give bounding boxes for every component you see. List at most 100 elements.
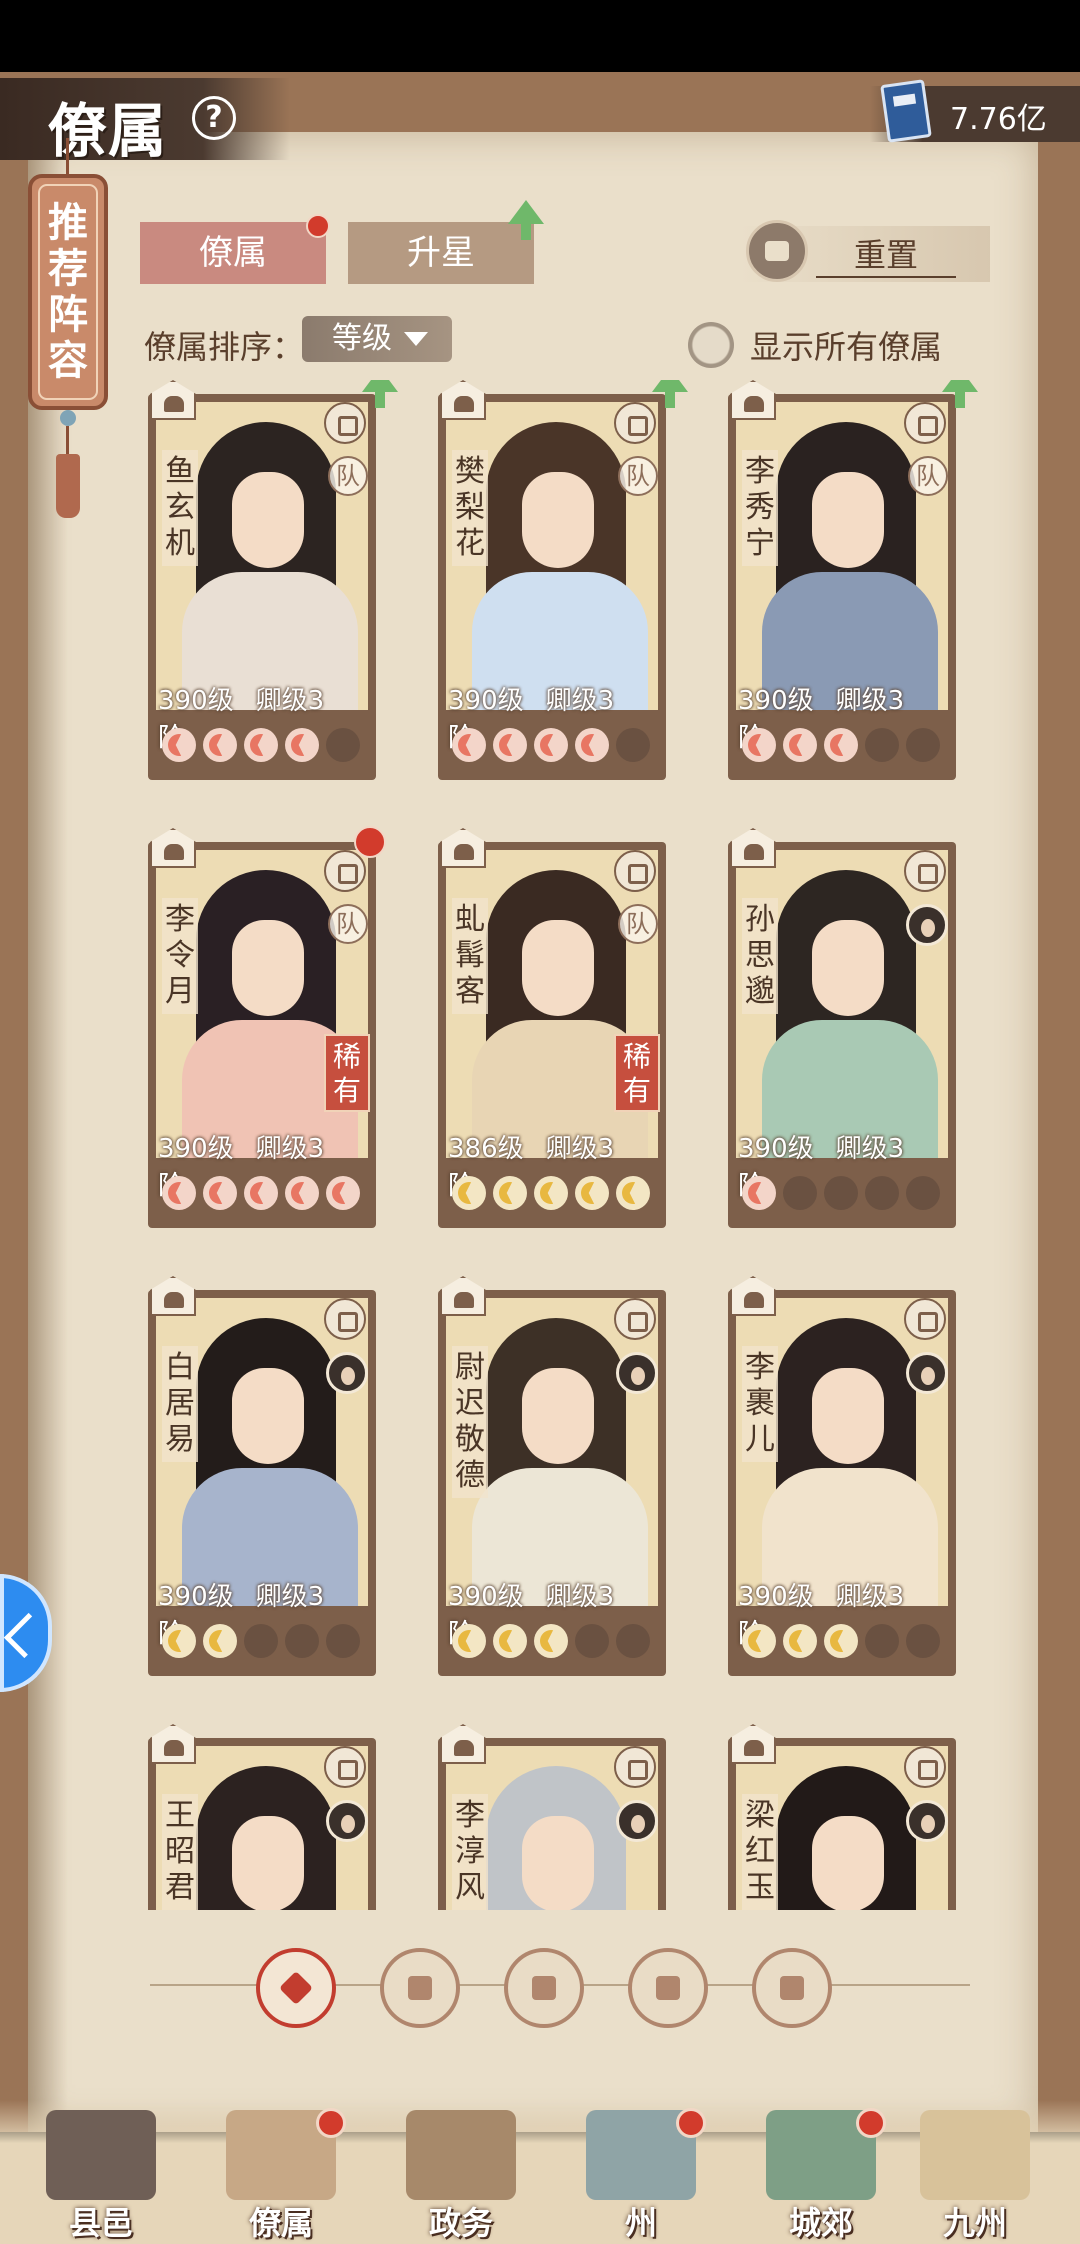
reset-icon[interactable] (746, 220, 808, 282)
moon-star-empty-icon (865, 1624, 899, 1658)
name-char: 樊 (455, 454, 485, 489)
question-icon[interactable]: ? (192, 96, 236, 140)
name-char: 鱼 (165, 454, 195, 489)
class-icon (150, 1276, 196, 1316)
role-icon (904, 1298, 946, 1340)
nav-item-4[interactable]: 城郊 (746, 2104, 896, 2244)
rare-badge: 稀有 (324, 1034, 370, 1112)
class-icon (440, 1724, 486, 1764)
portrait-face (232, 1368, 304, 1464)
nav-item-5[interactable]: 九州 (900, 2104, 1050, 2244)
partner-avatar (906, 904, 948, 946)
nav-item-0[interactable]: 县邑 (26, 2104, 176, 2244)
retainer-name: 李秀宁 (742, 450, 778, 566)
moon-star-empty-icon (616, 728, 650, 762)
nav-label: 州 (624, 2204, 657, 2242)
name-char: 德 (455, 1458, 485, 1493)
name-char: 宁 (745, 526, 775, 561)
beast-filter-icon[interactable] (752, 1948, 832, 2028)
portrait-face (812, 472, 884, 568)
name-char: 李 (745, 454, 775, 489)
moon-star-empty-icon (285, 1624, 319, 1658)
retainer-name: 白居易 (162, 1346, 198, 1462)
retainer-card[interactable]: 樊梨花 队390级卿级3阶 (438, 380, 688, 780)
nav-item-2[interactable]: 政务 (386, 2104, 536, 2244)
tab-retainers[interactable]: 僚属 (140, 222, 326, 284)
team-icon: 队 (328, 456, 368, 496)
sort-label: 僚属排序： (144, 328, 305, 366)
team-icon: 队 (908, 456, 948, 496)
team-icon: 队 (618, 456, 658, 496)
recommend-lineup-button[interactable]: 推荐阵容 (28, 174, 108, 410)
recommend-char: 阵 (48, 291, 88, 338)
moon-star-filled-icon (534, 1176, 568, 1210)
portrait-face (812, 920, 884, 1016)
tab-star-up[interactable]: 升星 (348, 222, 534, 284)
name-char: 红 (745, 1834, 775, 1869)
class-icon (440, 1276, 486, 1316)
name-char: 客 (455, 974, 485, 1009)
level-text: 390级 (738, 686, 814, 716)
class-icon (730, 828, 776, 868)
show-all-label: 显示所有僚属 (750, 328, 943, 366)
retainer-card[interactable]: 李秀宁 队390级卿级3阶 (728, 380, 978, 780)
notification-dot (316, 2108, 346, 2138)
name-char: 儿 (745, 1422, 775, 1457)
retainer-card[interactable]: 尉迟敬德 390级卿级3阶 (438, 1276, 668, 1676)
moon-star-empty-icon (326, 1624, 360, 1658)
moon-star-empty-icon (906, 1176, 940, 1210)
documents-icon (406, 2110, 516, 2200)
all-filter-icon[interactable] (256, 1948, 336, 2028)
show-all-toggle[interactable] (688, 322, 734, 368)
partner-avatar (326, 1352, 368, 1394)
sort-dropdown[interactable]: 等级 (302, 316, 452, 362)
role-icon (324, 850, 366, 892)
moon-star-filled-icon (534, 1624, 568, 1658)
retainer-card[interactable]: 李令月 队稀有390级卿级3阶 (148, 826, 386, 1228)
name-char: 梨 (455, 490, 485, 525)
portrait-face (522, 1816, 594, 1910)
recommend-label: 推荐阵容 (32, 200, 104, 384)
partner-avatar (616, 1352, 658, 1394)
name-char: 敬 (455, 1422, 485, 1457)
level-text: 390级 (738, 1582, 814, 1612)
recommend-char: 容 (48, 337, 88, 384)
retainer-card[interactable]: 虬髯客 队稀有386级卿级3阶 (438, 828, 668, 1228)
reset-button[interactable]: 重置 (816, 230, 956, 278)
level-text: 390级 (738, 1134, 814, 1164)
moon-star-filled-icon (616, 1176, 650, 1210)
retainer-card[interactable]: 孙思邈 390级卿级3阶 (728, 828, 958, 1228)
retainer-card[interactable]: 鱼玄机 队390级卿级3阶 (148, 380, 398, 780)
retainer-card[interactable]: 李淳风 (438, 1724, 668, 1910)
nav-item-3[interactable]: 州 (566, 2104, 716, 2244)
retainer-name: 鱼玄机 (162, 450, 198, 566)
moon-star-filled-icon (452, 1624, 486, 1658)
name-char: 邈 (745, 974, 775, 1009)
partner-avatar (326, 1800, 368, 1842)
moon-star-empty-icon (783, 1176, 817, 1210)
retainer-card[interactable]: 王昭君 (148, 1724, 378, 1910)
retainer-grid: 鱼玄机 队390级卿级3阶 樊梨花 队390级卿级3阶 李秀宁 队390级卿 (0, 380, 1080, 1910)
moon-star-empty-icon (824, 1176, 858, 1210)
level-text: 390级 (448, 1582, 524, 1612)
moon-star-empty-icon (575, 1624, 609, 1658)
retainer-card[interactable]: 梁红玉 (728, 1724, 958, 1910)
retainer-card[interactable]: 白居易 390级卿级3阶 (148, 1276, 378, 1676)
retainer-name: 梁红玉 (742, 1794, 778, 1910)
chevron-down-icon (404, 332, 428, 346)
name-char: 虬 (455, 902, 485, 937)
blue-book-icon[interactable] (880, 79, 932, 143)
name-char: 风 (455, 1870, 485, 1905)
name-char: 髯 (455, 938, 485, 973)
civil-filter-icon[interactable] (380, 1948, 460, 2028)
nav-item-1[interactable]: 僚属 (206, 2104, 356, 2244)
name-char: 李 (745, 1350, 775, 1385)
moon-star-filled-icon (493, 1176, 527, 1210)
fan-filter-icon[interactable] (628, 1948, 708, 2028)
name-char: 梁 (745, 1798, 775, 1833)
name-char: 淳 (455, 1834, 485, 1869)
cat-filter-icon[interactable] (504, 1948, 584, 2028)
retainer-card[interactable]: 李裹儿 390级卿级3阶 (728, 1276, 958, 1676)
nav-label: 县邑 (68, 2204, 133, 2242)
level-text: 390级 (448, 686, 524, 716)
